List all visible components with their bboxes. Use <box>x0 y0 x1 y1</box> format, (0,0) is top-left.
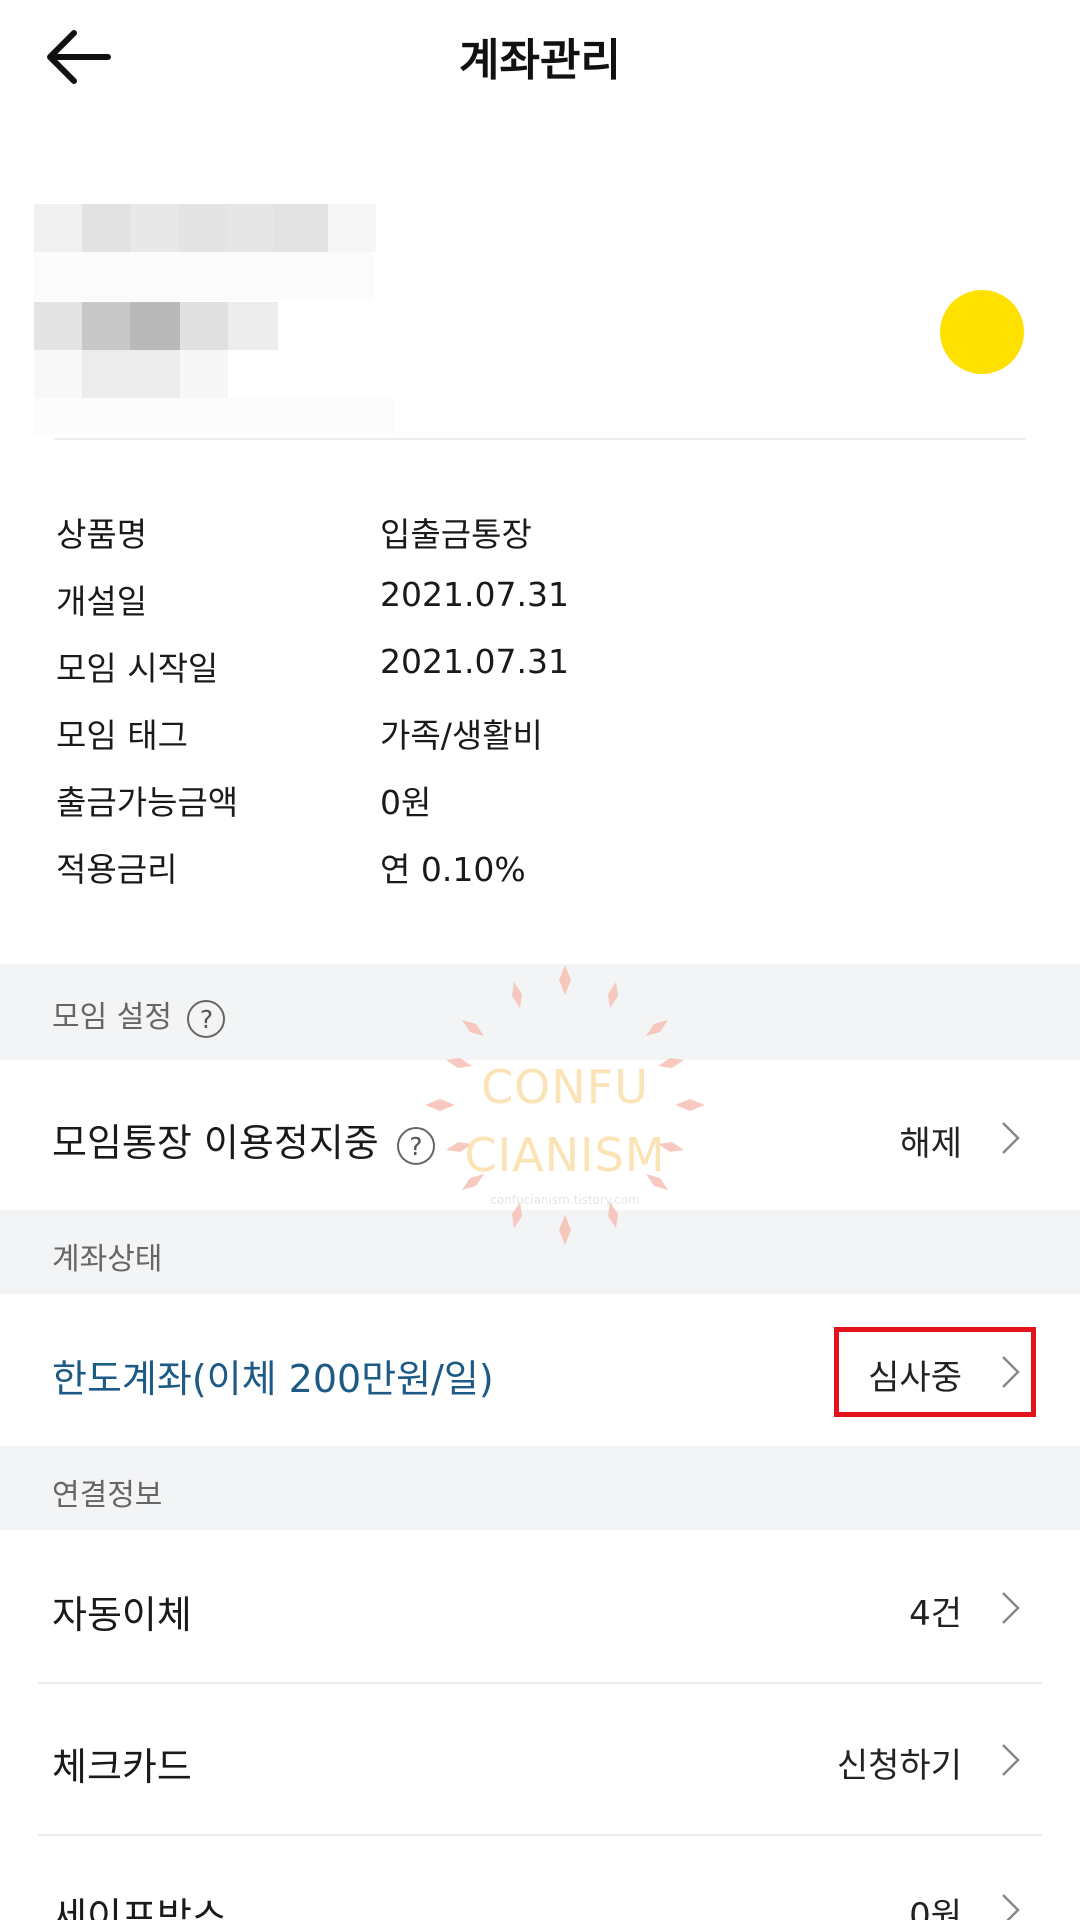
chevron-right-icon <box>1002 1744 1020 1776</box>
page-title: 계좌관리 <box>459 35 621 86</box>
divider <box>55 438 1025 440</box>
row-value[interactable]: 0원 <box>909 1888 962 1920</box>
row-auto-transfer[interactable]: 자동이체 4건 <box>0 1530 1080 1682</box>
account-color-dot <box>940 290 1024 374</box>
row-value[interactable]: 해제 <box>899 1116 962 1165</box>
row-label: 자동이체 <box>52 1593 192 1637</box>
row-value[interactable]: 4건 <box>909 1586 962 1635</box>
info-label: 출금가능금액 <box>56 783 239 822</box>
row-label: 세이프박스 <box>52 1895 227 1920</box>
section-header-account-status: 계좌상태 <box>0 1210 1080 1294</box>
section-title: 모임 설정 <box>52 1000 172 1035</box>
highlight-box <box>834 1327 1036 1417</box>
info-value: 2021.07.31 <box>380 575 569 614</box>
row-label: 모임통장 이용정지중 <box>52 1121 379 1165</box>
row-safe-box[interactable]: 세이프박스 0원 <box>0 1836 1080 1920</box>
row-group-suspended[interactable]: 모임통장 이용정지중 ? 해제 <box>0 1060 1080 1210</box>
info-value: 0원 <box>380 783 432 822</box>
section-header-group-settings: 모임 설정 ? <box>0 964 1080 1060</box>
info-value: 입출금통장 <box>380 515 532 554</box>
info-value: 2021.07.31 <box>380 642 569 681</box>
row-check-card[interactable]: 체크카드 신청하기 <box>0 1684 1080 1834</box>
chevron-right-icon <box>1002 1894 1020 1920</box>
info-value: 연 0.10% <box>380 850 526 889</box>
help-icon[interactable]: ? <box>396 1126 435 1165</box>
chevron-right-icon <box>1002 1122 1020 1154</box>
app-header: 계좌관리 <box>0 0 1080 110</box>
info-label: 개설일 <box>56 582 148 621</box>
row-label: 한도계좌(이체 200만원/일) <box>52 1357 494 1401</box>
info-label: 적용금리 <box>56 850 178 889</box>
help-icon[interactable]: ? <box>187 999 226 1038</box>
chevron-right-icon <box>1002 1592 1020 1624</box>
row-value[interactable]: 신청하기 <box>837 1738 962 1787</box>
row-label: 체크카드 <box>52 1745 192 1789</box>
section-title: 연결정보 <box>52 1478 163 1513</box>
info-label: 상품명 <box>56 515 148 554</box>
info-value: 가족/생활비 <box>380 716 543 755</box>
info-label: 모임 태그 <box>56 716 188 755</box>
section-title: 계좌상태 <box>52 1242 163 1277</box>
info-label: 모임 시작일 <box>56 649 219 688</box>
section-header-linked-info: 연결정보 <box>0 1446 1080 1530</box>
